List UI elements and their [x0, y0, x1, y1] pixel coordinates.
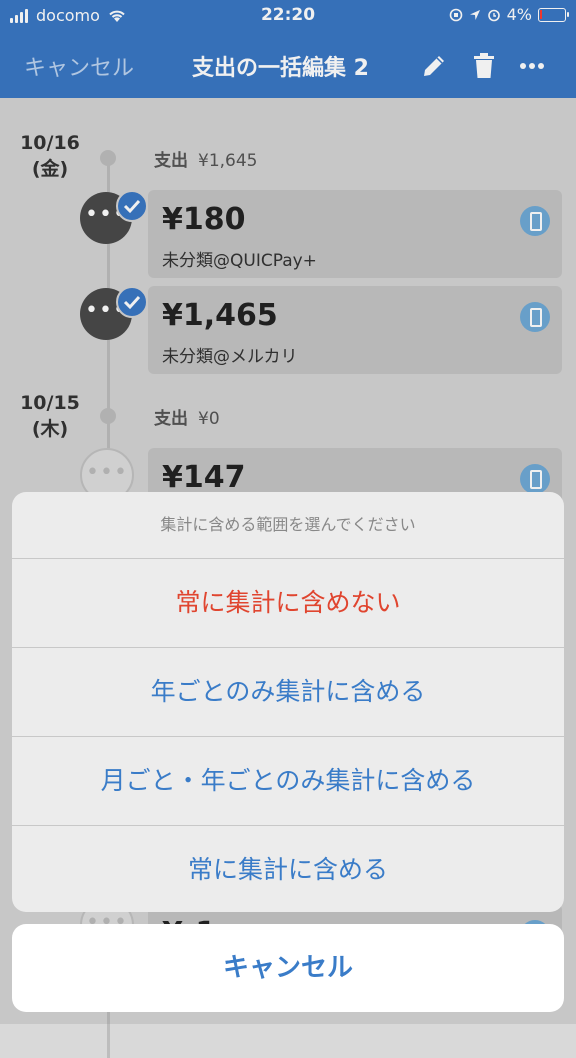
option-always-include[interactable]: 常に集計に含める [12, 826, 564, 912]
option-yearly-only[interactable]: 年ごとのみ集計に含める [12, 648, 564, 737]
cancel-button[interactable]: キャンセル [12, 924, 564, 1012]
action-sheet: 集計に含める範囲を選んでください 常に集計に含めない 年ごとのみ集計に含める 月… [12, 492, 564, 912]
option-monthly-yearly-only[interactable]: 月ごと・年ごとのみ集計に含める [12, 737, 564, 826]
action-sheet-title: 集計に含める範囲を選んでください [12, 492, 564, 559]
option-never-include[interactable]: 常に集計に含めない [12, 559, 564, 648]
